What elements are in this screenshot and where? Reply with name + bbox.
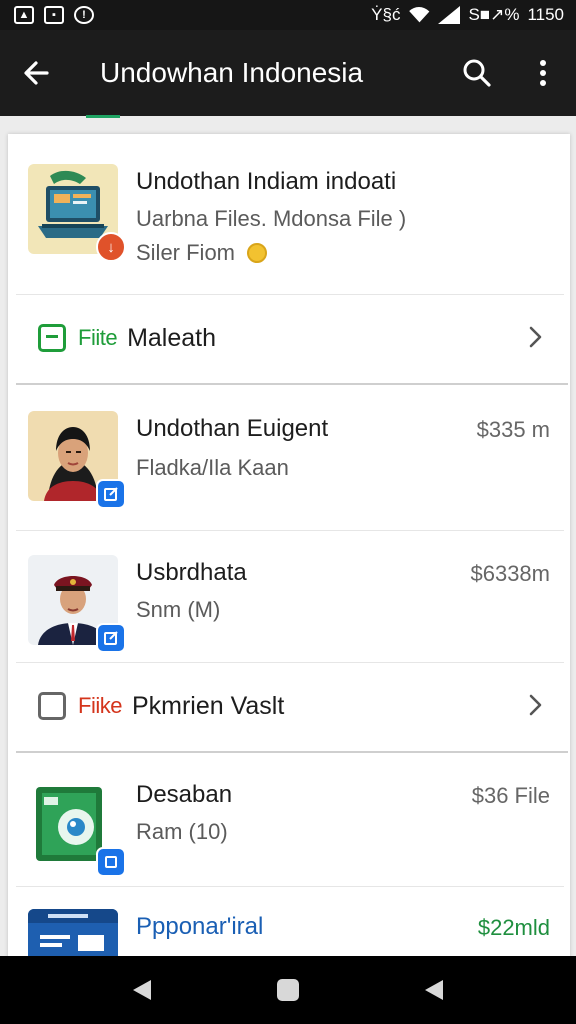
overflow-menu-icon (540, 60, 546, 86)
checkbox-outline-icon (38, 692, 66, 720)
item-price: $36 File (471, 783, 550, 808)
edit-badge-icon (96, 847, 126, 877)
status-notifications: ▲ ▪ ! (14, 6, 94, 24)
officer-avatar (28, 555, 126, 653)
item-subtitle: Snm (M) (136, 597, 221, 622)
green-square-icon (38, 324, 66, 352)
search-icon (463, 59, 491, 87)
status-bar: ▲ ▪ ! Ẏ§ć S■↗% 1150 (0, 0, 576, 30)
system-nav-bar (0, 956, 576, 1024)
item-price: $335 m (476, 417, 550, 442)
status-extra-text: Ẏ§ć (371, 5, 401, 24)
coin-icon (247, 243, 268, 263)
section-label: Maleath (127, 323, 217, 352)
item-title: Ppponar'iral (136, 913, 264, 940)
edit-badge-icon (96, 479, 126, 509)
status-indicators: Ẏ§ć S■↗% 1150 (371, 5, 564, 25)
back-button[interactable] (0, 30, 72, 116)
app-title: Undowhan Indonesia (100, 57, 364, 88)
home-nav-icon[interactable] (276, 978, 300, 1002)
alert-notification-icon: ! (74, 6, 94, 24)
battery-text: S■↗% (468, 5, 520, 24)
woman-avatar (28, 411, 126, 509)
header-item-subtitle: Uarbna Files. Mdonsa File ) (136, 206, 407, 231)
status-time: 1150 (527, 5, 564, 24)
header-item-meta-text: Siler Fiom (136, 240, 236, 265)
image-notification-icon: ▲ (14, 6, 34, 24)
item-subtitle: Fladka/Ila Kaan (136, 455, 289, 480)
signal-icon (438, 6, 461, 24)
desaban-thumbnail (28, 779, 126, 877)
content-list[interactable]: ↓ Undothan Indiam indoati Uarbna Files. … (8, 134, 570, 974)
section-tag: Fiike (78, 693, 122, 718)
list-item[interactable]: Undothan Euigent Fladka/Ila Kaan $335 m (8, 385, 570, 530)
header-item-title: Undothan Indiam indoati (136, 168, 397, 195)
section-label: Pkmrien Vaslt (131, 691, 285, 720)
tab-indicator (86, 115, 120, 118)
header-item-meta: Siler Fiom (136, 240, 268, 266)
chevron-right-icon[interactable] (522, 692, 548, 718)
recents-nav-icon[interactable] (423, 978, 445, 1002)
update-badge-icon: ↓ (96, 232, 126, 262)
item-title: Undothan Euigent (136, 415, 329, 442)
list-item[interactable]: Desaban Ram (10) $36 File (8, 753, 570, 886)
item-price: $22mld (477, 915, 550, 940)
chevron-right-icon[interactable] (522, 324, 548, 350)
overflow-menu-button[interactable] (510, 30, 576, 116)
item-price: $6338m (470, 561, 550, 586)
save-notification-icon: ▪ (44, 6, 64, 24)
item-subtitle: Ram (10) (136, 819, 228, 844)
back-nav-icon[interactable] (131, 978, 153, 1002)
header-item[interactable]: ↓ Undothan Indiam indoati Uarbna Files. … (8, 134, 570, 294)
arrow-left-icon (24, 61, 49, 85)
laptop-thumbnail: ↓ (28, 164, 126, 262)
wifi-icon (408, 7, 430, 23)
app-bar: Undowhan Indonesia (0, 30, 576, 116)
section-tag: Fiite (78, 325, 118, 350)
section-maleath[interactable]: Fiite Maleath (8, 294, 570, 382)
search-button[interactable] (444, 30, 510, 116)
section-pkmrien-vaslt[interactable]: Fiike Pkmrien Vaslt (8, 662, 570, 750)
list-item[interactable]: Usbrdhata Snm (M) $6338m (8, 531, 570, 662)
item-title: Usbrdhata (136, 559, 247, 586)
edit-badge-icon (96, 623, 126, 653)
item-title: Desaban (136, 781, 233, 808)
